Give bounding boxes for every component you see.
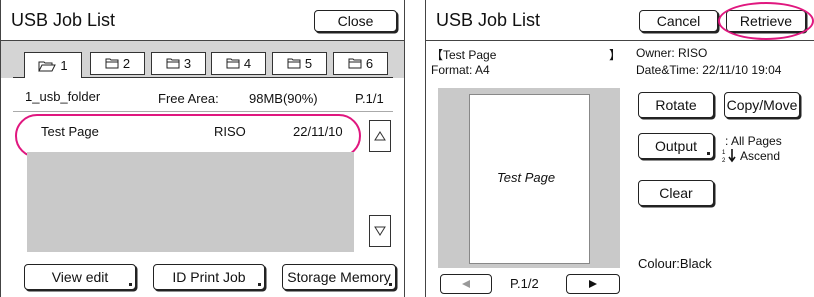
panel-title: USB Job List	[11, 10, 116, 30]
folder-icon	[166, 58, 180, 69]
document-title-close: 】	[609, 48, 622, 62]
preview-page: Test Page	[469, 94, 590, 264]
clear-label: Clear	[659, 185, 693, 201]
svg-text:1: 1	[722, 150, 726, 156]
format-text: Format: A4	[431, 63, 490, 77]
tab-folder-2[interactable]: 2	[90, 52, 145, 75]
output-label: Output	[654, 138, 698, 154]
view-edit-label: View edit	[51, 269, 109, 285]
free-area-value: 98MB(90%)	[249, 91, 318, 106]
tab-folder-6[interactable]: 6	[333, 52, 388, 75]
job-name: Test Page	[41, 124, 99, 139]
preview-text: Test Page	[497, 170, 556, 185]
job-list-empty-area	[27, 152, 354, 252]
usb-job-list-panel: USB Job List Close 1 2 3 4 5 6 1_usb_fol…	[0, 0, 405, 297]
rotate-label: Rotate	[655, 97, 697, 113]
cancel-label: Cancel	[656, 13, 701, 29]
ascend-order-icon: 1 2	[722, 149, 736, 163]
tab-label: 2	[122, 56, 131, 71]
output-pages: : All Pages	[725, 134, 782, 148]
close-button-label: Close	[337, 13, 374, 29]
cancel-button[interactable]: Cancel	[639, 10, 718, 32]
storage-memory-button[interactable]: Storage Memory	[282, 264, 396, 290]
view-edit-button[interactable]: View edit	[24, 264, 136, 290]
job-owner: RISO	[214, 124, 246, 139]
title-bar: USB Job List Cancel Retrieve	[426, 0, 814, 41]
tab-folder-4[interactable]: 4	[211, 52, 266, 75]
id-print-job-button[interactable]: ID Print Job	[153, 264, 265, 290]
storage-memory-label: Storage Memory	[287, 269, 391, 285]
free-area-label: Free Area:	[158, 91, 219, 106]
tab-label: 5	[304, 56, 313, 71]
down-arrow-icon	[374, 226, 386, 236]
tab-label: 4	[243, 56, 252, 71]
job-row[interactable]: Test Page RISO 22/11/10	[25, 118, 355, 145]
scroll-down-button[interactable]	[369, 215, 391, 247]
colour-text: Colour:Black	[638, 256, 712, 271]
tab-folder-3[interactable]: 3	[151, 52, 206, 75]
output-order-label: Ascend	[740, 148, 781, 163]
owner-text: Owner: RISO	[636, 46, 708, 60]
next-page-button[interactable]	[566, 274, 620, 294]
folder-name: 1_usb_folder	[25, 89, 101, 104]
rotate-button[interactable]: Rotate	[638, 92, 714, 118]
tab-label: 1	[60, 58, 68, 73]
job-date: 22/11/10	[293, 124, 343, 139]
tab-folder-5[interactable]: 5	[272, 52, 327, 75]
scroll-up-button[interactable]	[369, 120, 391, 152]
previous-page-button[interactable]	[440, 274, 492, 294]
panel-title: USB Job List	[436, 10, 541, 30]
folder-icon	[348, 58, 362, 69]
output-button[interactable]: Output	[638, 133, 714, 159]
divider	[13, 111, 393, 112]
retrieve-label: Retrieve	[739, 13, 793, 29]
left-arrow-icon	[462, 280, 470, 288]
tab-folder-1[interactable]: 1	[24, 52, 82, 78]
copy-move-label: Copy/Move	[726, 97, 798, 113]
page-indicator: P.1/1	[355, 91, 384, 106]
folder-icon	[287, 58, 301, 69]
title-bar: USB Job List Close	[1, 0, 404, 41]
folder-icon	[105, 58, 119, 69]
id-print-job-label: ID Print Job	[172, 269, 246, 285]
page-indicator: P.1/2	[510, 276, 539, 291]
job-detail-panel: USB Job List Cancel Retrieve 【Test Page …	[425, 0, 814, 297]
clear-button[interactable]: Clear	[638, 180, 714, 206]
output-order: 1 2 Ascend	[722, 148, 781, 164]
tab-label: 6	[365, 56, 374, 71]
right-arrow-icon	[589, 280, 597, 288]
folder-icon	[226, 58, 240, 69]
open-folder-icon	[38, 61, 57, 71]
datetime-text: Date&Time: 22/11/10 19:04	[636, 63, 782, 77]
tab-label: 3	[183, 56, 192, 71]
close-button[interactable]: Close	[314, 10, 397, 32]
up-arrow-icon	[374, 131, 386, 141]
svg-text:2: 2	[722, 158, 726, 163]
document-title-open: 【Test Page	[431, 48, 497, 62]
retrieve-button[interactable]: Retrieve	[726, 10, 806, 32]
copy-move-button[interactable]: Copy/Move	[724, 92, 800, 118]
